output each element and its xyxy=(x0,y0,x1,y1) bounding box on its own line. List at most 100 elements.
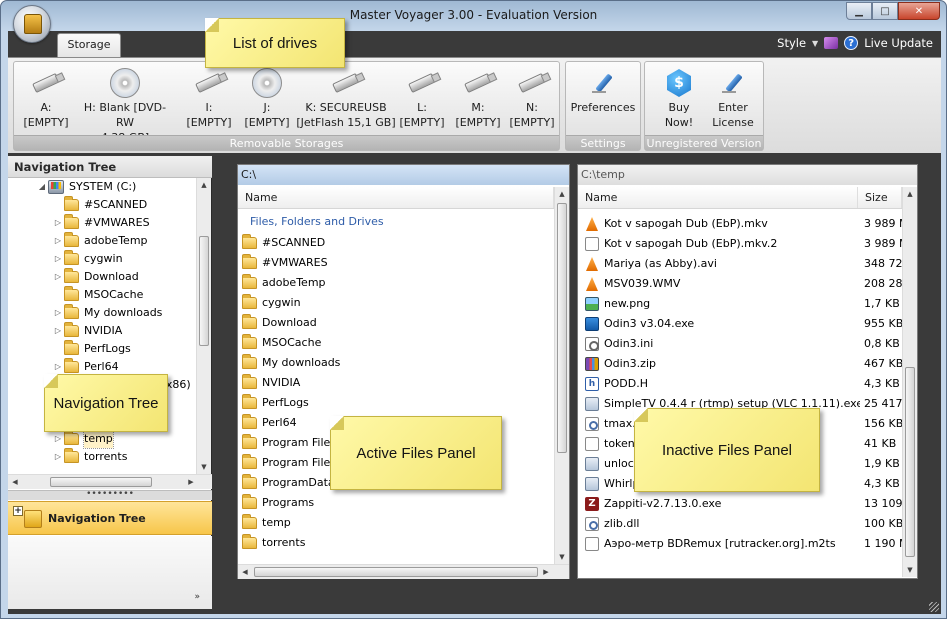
scroll-down-icon[interactable]: ▼ xyxy=(555,550,569,564)
expand-arrow-icon[interactable]: ▷ xyxy=(52,304,64,322)
file-row[interactable]: adobeTemp xyxy=(242,273,552,293)
file-row[interactable]: MSOCache xyxy=(242,333,552,353)
tree-item[interactable]: ▷ torrents xyxy=(52,448,127,466)
close-button[interactable]: ✕ xyxy=(898,2,940,20)
inactive-path-bar[interactable]: C:\temp xyxy=(578,165,917,185)
file-row[interactable]: torrents xyxy=(242,533,552,553)
expand-arrow-icon[interactable]: ▷ xyxy=(52,322,64,340)
file-row[interactable]: Programs xyxy=(242,493,552,513)
scroll-down-icon[interactable]: ▼ xyxy=(903,563,917,577)
file-row[interactable]: Download xyxy=(242,313,552,333)
live-update-button[interactable]: Live Update xyxy=(864,36,933,50)
column-size[interactable]: Size xyxy=(858,187,902,208)
minimize-button[interactable]: ▁ xyxy=(846,2,872,20)
file-row[interactable]: Kot v sapogah Dub (EbP).mkv.2 xyxy=(580,234,860,254)
style-menu[interactable]: Style xyxy=(777,36,806,50)
drive-h-button[interactable]: H: Blank [DVD-RW 4,38 GB] xyxy=(75,66,175,145)
tree-vertical-scrollbar[interactable]: ▲ ▼ xyxy=(196,178,211,474)
tree-item[interactable]: ▷ cygwin xyxy=(52,250,123,268)
expand-arrow-icon[interactable]: ▷ xyxy=(52,448,64,466)
drive-l-button[interactable]: L: [EMPTY] xyxy=(394,66,450,130)
drive-n-button[interactable]: N: [EMPTY] xyxy=(504,66,560,130)
tree-item[interactable]: ▷ My downloads xyxy=(52,304,162,322)
help-icon[interactable]: ? xyxy=(844,36,859,50)
drive-j-button[interactable]: J: [EMPTY] xyxy=(238,66,296,130)
tree-item[interactable]: #SCANNED xyxy=(52,196,147,214)
drive-i-button[interactable]: I: [EMPTY] xyxy=(180,66,238,130)
file-row[interactable]: Odin3 v3.04.exe xyxy=(580,314,860,334)
expand-arrow-icon[interactable]: ▷ xyxy=(52,214,64,232)
tab-storage[interactable]: Storage xyxy=(57,33,121,57)
tree-horizontal-scrollbar[interactable]: ◀ ▶ xyxy=(8,474,212,489)
file-row[interactable]: Z Zappiti-v2.7.13.0.exe xyxy=(580,494,860,514)
scroll-thumb[interactable] xyxy=(254,567,538,577)
scroll-left-icon[interactable]: ◀ xyxy=(8,475,22,489)
title-bar[interactable]: Master Voyager 3.00 - Evaluation Version… xyxy=(1,1,946,43)
app-menu-button[interactable] xyxy=(13,5,51,43)
file-row[interactable]: zlib.dll xyxy=(580,514,860,534)
file-row[interactable]: MSV039.WMV xyxy=(580,274,860,294)
active-horizontal-scrollbar[interactable]: ◀ ▶ xyxy=(238,564,569,579)
scroll-up-icon[interactable]: ▲ xyxy=(555,187,569,201)
drive-m-button[interactable]: M: [EMPTY] xyxy=(450,66,506,130)
expand-arrow-icon[interactable]: ▷ xyxy=(52,268,64,286)
file-row[interactable]: Odin3.zip xyxy=(580,354,860,374)
maximize-button[interactable]: □ xyxy=(872,2,898,20)
file-row[interactable]: h PODD.H xyxy=(580,374,860,394)
scroll-thumb[interactable] xyxy=(199,236,209,346)
scroll-down-icon[interactable]: ▼ xyxy=(197,460,211,474)
expand-icon[interactable]: + xyxy=(13,506,23,516)
vlc-file-icon xyxy=(586,217,598,231)
file-row[interactable]: temp xyxy=(242,513,552,533)
tree-item[interactable]: PerfLogs xyxy=(52,340,131,358)
tree-item[interactable]: ▷ #VMWARES xyxy=(52,214,150,232)
drive-label: I: xyxy=(205,101,213,114)
file-row[interactable]: new.png xyxy=(580,294,860,314)
file-row[interactable]: cygwin xyxy=(242,293,552,313)
enter-license-button[interactable]: Enter License xyxy=(705,66,761,130)
folder-icon xyxy=(242,414,257,429)
expand-arrow-icon[interactable]: ▷ xyxy=(52,430,64,448)
file-row[interactable]: NVIDIA xyxy=(242,373,552,393)
tree-item[interactable]: ▷ adobeTemp xyxy=(52,232,148,250)
scroll-left-icon[interactable]: ◀ xyxy=(238,565,252,579)
column-name[interactable]: Name xyxy=(578,187,858,208)
resize-grip[interactable] xyxy=(929,602,939,612)
file-row[interactable]: #VMWARES xyxy=(242,253,552,273)
tree-item[interactable]: MSOCache xyxy=(52,286,143,304)
file-row[interactable]: Odin3.ini xyxy=(580,334,860,354)
expand-arrow-icon[interactable]: ◢ xyxy=(36,178,48,196)
file-row[interactable]: PerfLogs xyxy=(242,393,552,413)
preferences-button[interactable]: Preferences xyxy=(566,66,640,115)
scroll-up-icon[interactable]: ▲ xyxy=(197,178,211,192)
column-name[interactable]: Name xyxy=(238,187,554,208)
navigation-tree-bar[interactable]: + Navigation Tree xyxy=(8,501,212,535)
scroll-right-icon[interactable]: ▶ xyxy=(184,475,198,489)
drive-k-button[interactable]: K: SECUREUSB [JetFlash 15,1 GB] xyxy=(296,66,396,130)
scroll-thumb[interactable] xyxy=(905,367,915,557)
file-row[interactable]: Mariya (as Abby).avi xyxy=(580,254,860,274)
chevron-double-down-icon[interactable]: » xyxy=(194,592,200,602)
file-row[interactable]: Аэро-метр BDRemux [rutracker.org].m2ts xyxy=(580,534,860,554)
active-vertical-scrollbar[interactable]: ▲ ▼ xyxy=(554,187,569,564)
buy-now-button[interactable]: $ Buy Now! xyxy=(653,66,705,130)
book-icon[interactable] xyxy=(824,37,839,49)
tree-item[interactable]: ▷ temp xyxy=(52,429,114,449)
file-row[interactable]: #SCANNED xyxy=(242,233,552,253)
chevron-down-icon[interactable]: ▼ xyxy=(812,39,818,48)
panel-splitter[interactable]: ••••••••• xyxy=(8,490,212,500)
file-row[interactable]: My downloads xyxy=(242,353,552,373)
active-path-bar[interactable]: C:\ xyxy=(238,165,569,185)
file-row[interactable]: Kot v sapogah Dub (EbP).mkv xyxy=(580,214,860,234)
tree-item[interactable]: ◢ SYSTEM (C:) xyxy=(36,178,136,196)
scroll-up-icon[interactable]: ▲ xyxy=(903,187,917,201)
inactive-vertical-scrollbar[interactable]: ▲ ▼ xyxy=(902,187,917,577)
expand-arrow-icon[interactable]: ▷ xyxy=(52,232,64,250)
drive-a-button[interactable]: A: [EMPTY] xyxy=(17,66,75,130)
scroll-thumb[interactable] xyxy=(557,203,567,453)
scroll-thumb[interactable] xyxy=(50,477,152,487)
tree-item[interactable]: ▷ Download xyxy=(52,268,139,286)
scroll-right-icon[interactable]: ▶ xyxy=(539,565,553,579)
tree-item[interactable]: ▷ NVIDIA xyxy=(52,322,122,340)
expand-arrow-icon[interactable]: ▷ xyxy=(52,250,64,268)
